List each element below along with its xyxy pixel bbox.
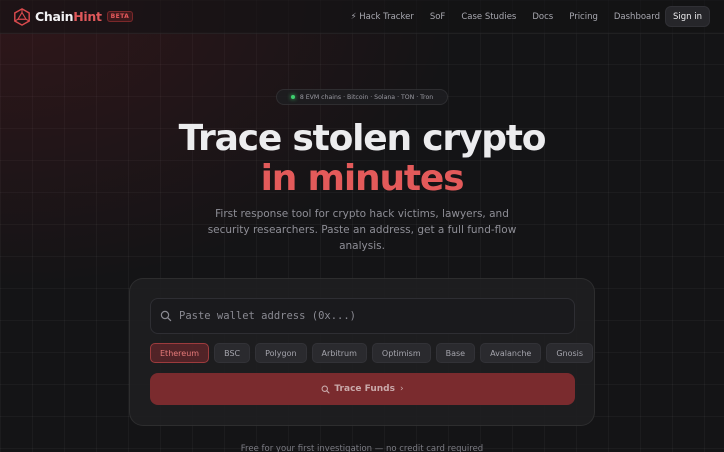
wallet-address-input[interactable] xyxy=(179,301,574,331)
chain-chip-avalanche[interactable]: Avalanche xyxy=(480,343,542,363)
chain-selector: Ethereum BSC Polygon Arbitrum Optimism B… xyxy=(150,343,598,363)
brand-name: ChainHint xyxy=(35,9,102,24)
sign-in-button[interactable]: Sign in xyxy=(665,6,710,27)
chain-chip-ethereum[interactable]: Ethereum xyxy=(150,343,210,363)
status-dot-icon xyxy=(290,95,295,99)
chain-chip-base[interactable]: Base xyxy=(435,343,476,363)
headline-line2: in minutes xyxy=(260,158,465,199)
search-icon xyxy=(160,310,172,322)
chain-chip-polygon[interactable]: Polygon xyxy=(255,343,307,363)
chain-chip-gnosis[interactable]: Gnosis xyxy=(546,343,594,363)
nav-link-pricing[interactable]: Pricing xyxy=(569,12,598,22)
supported-chains-pill: 8 EVM chains · Bitcoin · Solana · TON · … xyxy=(276,89,448,105)
nav-link-docs[interactable]: Docs xyxy=(532,12,553,22)
chain-chip-arbitrum[interactable]: Arbitrum xyxy=(311,343,367,363)
headline-line1: Trace stolen crypto xyxy=(178,118,547,159)
top-nav: ChainHint BETA ⚡ Hack Tracker SoF Case S… xyxy=(0,0,724,34)
search-card: Ethereum BSC Polygon Arbitrum Optimism B… xyxy=(129,278,595,426)
supported-chains-text: 8 EVM chains · Bitcoin · Solana · TON · … xyxy=(299,93,434,101)
nav-link-sof[interactable]: SoF xyxy=(430,12,446,22)
nav-link-dashboard[interactable]: Dashboard xyxy=(614,12,660,22)
trace-funds-button[interactable]: Trace Funds › xyxy=(150,373,575,405)
logo[interactable]: ChainHint BETA xyxy=(13,7,134,26)
search-icon xyxy=(321,385,330,394)
address-search-box xyxy=(150,298,575,334)
chain-logo-icon xyxy=(14,7,30,26)
free-trial-note: Free for your first investigation — no c… xyxy=(240,444,484,452)
trace-funds-label: Trace Funds xyxy=(334,384,395,394)
chain-chip-bsc[interactable]: BSC xyxy=(214,343,251,363)
nav-links: ⚡ Hack Tracker SoF Case Studies Docs Pri… xyxy=(335,0,660,34)
nav-link-hack-tracker[interactable]: ⚡ Hack Tracker xyxy=(351,12,414,22)
chevron-right-icon: › xyxy=(399,384,404,394)
hero-subtitle: First response tool for crypto hack vict… xyxy=(207,208,517,252)
nav-link-case-studies[interactable]: Case Studies xyxy=(461,12,516,22)
beta-badge: BETA xyxy=(106,11,134,22)
chain-chip-optimism[interactable]: Optimism xyxy=(371,343,431,363)
